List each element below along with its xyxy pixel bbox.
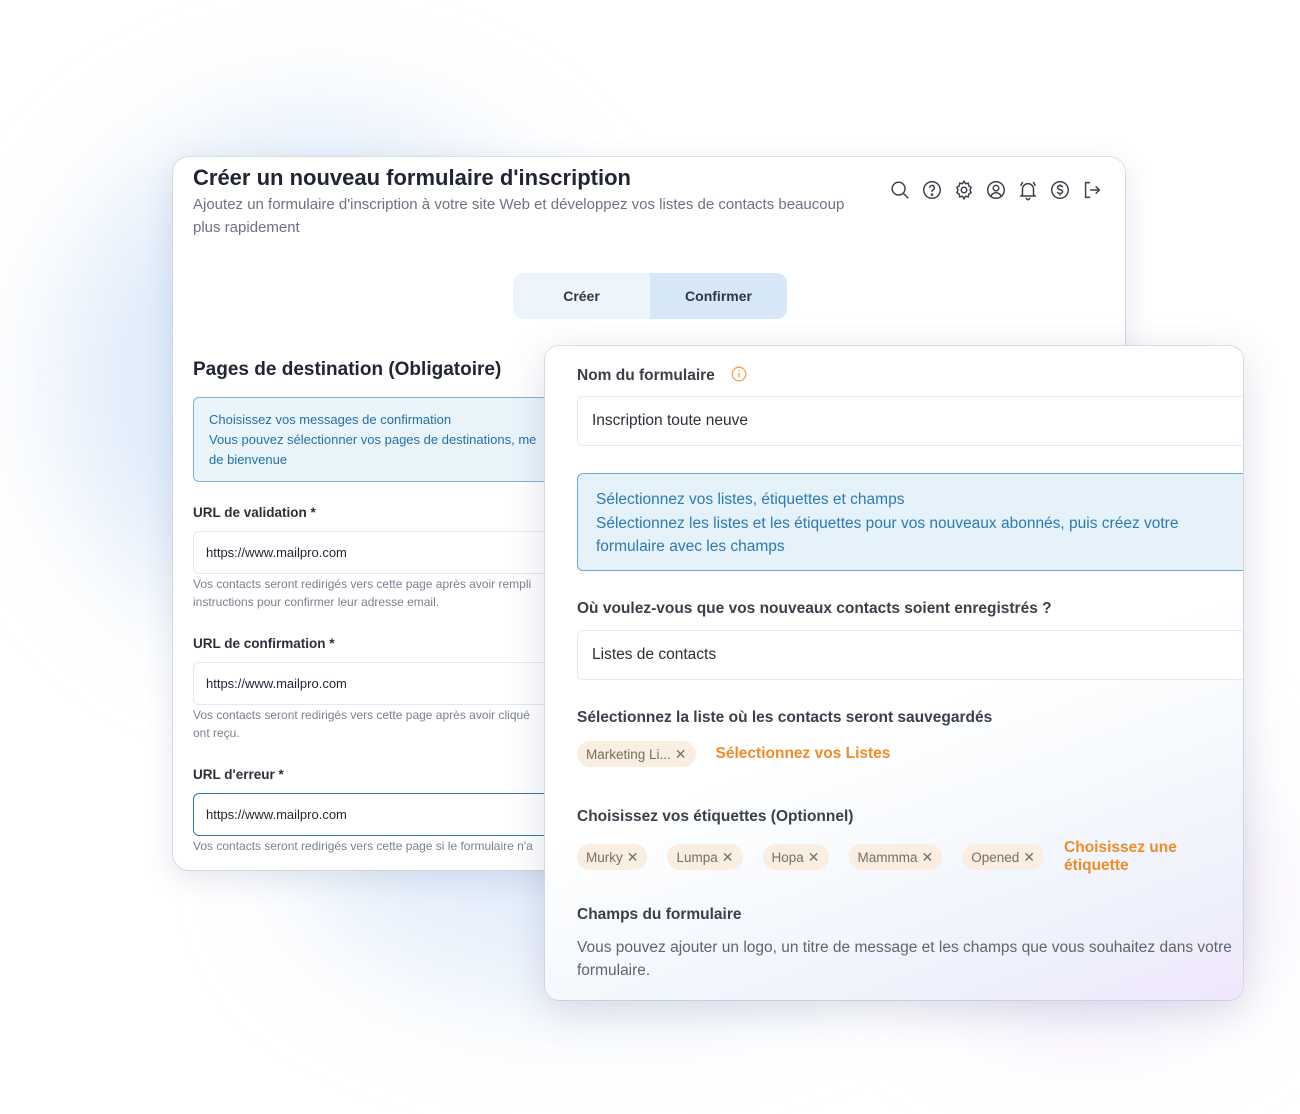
user-icon[interactable] bbox=[985, 179, 1007, 201]
settings-icon[interactable] bbox=[953, 179, 975, 201]
remove-chip-icon[interactable]: ✕ bbox=[1023, 849, 1035, 866]
dollar-icon[interactable] bbox=[1049, 179, 1071, 201]
step-create[interactable]: Créer bbox=[513, 273, 650, 319]
remove-chip-icon[interactable]: ✕ bbox=[627, 849, 639, 866]
info-line: Vous pouvez sélectionner vos pages de de… bbox=[209, 432, 537, 447]
error-url-input[interactable]: https://www.mailpro.com bbox=[193, 793, 593, 836]
page-title: Créer un nouveau formulaire d'inscriptio… bbox=[193, 165, 631, 190]
remove-chip-icon[interactable]: ✕ bbox=[922, 849, 934, 866]
validation-url-help: instructions pour confirmer leur adresse… bbox=[193, 595, 440, 609]
info-body: Sélectionnez les listes et les étiquette… bbox=[596, 514, 1179, 556]
validation-url-label: URL de validation * bbox=[193, 505, 316, 520]
form-name-input[interactable]: Inscription toute neuve bbox=[577, 396, 1243, 446]
confirmation-url-label: URL de confirmation * bbox=[193, 636, 335, 651]
form-settings-panel: Nom du formulaire Inscription toute neuv… bbox=[545, 346, 1243, 1000]
info-line: de bienvenue bbox=[209, 452, 288, 467]
chip-label: Lumpa bbox=[676, 849, 718, 865]
bell-icon[interactable] bbox=[1017, 179, 1039, 201]
error-url-help: Vos contacts seront redirigés vers cette… bbox=[193, 839, 533, 853]
validation-url-input[interactable]: https://www.mailpro.com bbox=[193, 531, 593, 574]
info-icon[interactable] bbox=[731, 366, 747, 382]
search-icon[interactable] bbox=[889, 179, 911, 201]
wizard-steps: Créer Confirmer bbox=[513, 273, 787, 319]
chip-label: Mammma bbox=[857, 849, 918, 865]
choose-tag-link[interactable]: Choisissez une étiquette bbox=[1064, 839, 1243, 875]
header-toolbar bbox=[889, 179, 1103, 201]
list-chip: Marketing Li... ✕ bbox=[577, 741, 696, 767]
tag-chip: Murky ✕ bbox=[577, 844, 648, 870]
save-location-label: Où voulez-vous que vos nouveaux contacts… bbox=[577, 600, 1052, 617]
step-confirm[interactable]: Confirmer bbox=[650, 273, 787, 319]
tag-chip: Lumpa ✕ bbox=[667, 844, 743, 870]
remove-chip-icon[interactable]: ✕ bbox=[808, 849, 820, 866]
list-chips: Marketing Li... ✕ Sélectionnez vos Liste… bbox=[577, 741, 890, 767]
confirmation-url-input[interactable]: https://www.mailpro.com bbox=[193, 662, 593, 705]
landing-pages-title: Pages de destination (Obligatoire) bbox=[193, 359, 502, 380]
contact-list-label: Sélectionnez la liste où les contacts se… bbox=[577, 709, 993, 726]
select-lists-link[interactable]: Sélectionnez vos Listes bbox=[716, 745, 891, 763]
tag-chip: Opened ✕ bbox=[962, 844, 1045, 870]
chip-label: Opened bbox=[971, 849, 1020, 865]
page-subtitle: Ajoutez un formulaire d'inscription à vo… bbox=[193, 196, 845, 236]
error-url-label: URL d'erreur * bbox=[193, 767, 284, 782]
tag-chips: Murky ✕ Lumpa ✕ Hopa ✕ Mammma ✕ Opened ✕… bbox=[577, 839, 1243, 875]
logout-icon[interactable] bbox=[1081, 179, 1103, 201]
landing-pages-info-box: Choisissez vos messages de confirmation … bbox=[193, 397, 593, 482]
info-title: Sélectionnez vos listes, étiquettes et c… bbox=[596, 491, 905, 508]
chip-label: Hopa bbox=[771, 849, 804, 865]
tags-label: Choisissez vos étiquettes (Optionnel) bbox=[577, 808, 854, 825]
info-line: Choisissez vos messages de confirmation bbox=[209, 412, 452, 427]
tag-chip: Mammma ✕ bbox=[848, 844, 943, 870]
form-fields-description: Vous pouvez ajouter un logo, un titre de… bbox=[577, 939, 1232, 979]
remove-chip-icon[interactable]: ✕ bbox=[722, 849, 734, 866]
confirmation-url-help: Vos contacts seront redirigés vers cette… bbox=[193, 708, 530, 722]
chip-label: Murky bbox=[586, 849, 623, 865]
lists-tags-info-box: Sélectionnez vos listes, étiquettes et c… bbox=[577, 473, 1243, 571]
save-location-select[interactable]: Listes de contacts bbox=[577, 630, 1243, 680]
confirmation-url-help: ont reçu. bbox=[193, 726, 240, 740]
form-name-label: Nom du formulaire bbox=[577, 367, 715, 384]
form-fields-label: Champs du formulaire bbox=[577, 906, 742, 923]
chip-label: Marketing Li... bbox=[586, 746, 671, 762]
remove-chip-icon[interactable]: ✕ bbox=[675, 746, 687, 763]
tag-chip: Hopa ✕ bbox=[762, 844, 829, 870]
help-icon[interactable] bbox=[921, 179, 943, 201]
validation-url-help: Vos contacts seront redirigés vers cette… bbox=[193, 577, 532, 591]
